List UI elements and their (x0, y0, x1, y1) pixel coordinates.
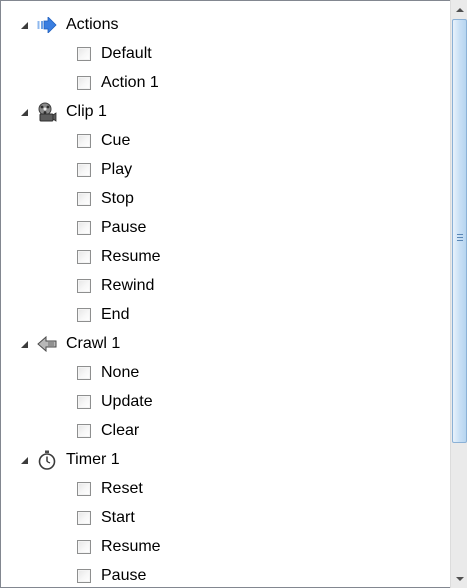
stopwatch-icon (36, 449, 58, 471)
tree-group-label: Crawl 1 (66, 334, 121, 352)
tree-item-label: Pause (101, 566, 147, 584)
tree-item-rewind[interactable]: Rewind (1, 271, 450, 300)
tree-item-label: Clear (101, 421, 140, 439)
arrow-left-icon (36, 333, 58, 355)
scrollbar-thumb[interactable] (452, 19, 467, 443)
arrow-right-icon (36, 14, 58, 36)
tree-item-label: Cue (101, 131, 131, 149)
expand-collapse-icon[interactable] (21, 341, 28, 348)
checkbox[interactable] (77, 423, 91, 438)
tree-group-clip-1[interactable]: Clip 1 (1, 97, 450, 126)
tree-item-cue[interactable]: Cue (1, 126, 450, 155)
tree-item-label: Default (101, 44, 152, 62)
tree-item-label: Rewind (101, 276, 155, 294)
scroll-down-button[interactable] (452, 570, 467, 587)
tree-item-label: Reset (101, 479, 143, 497)
vertical-scrollbar[interactable] (450, 0, 467, 588)
checkbox[interactable] (77, 481, 91, 496)
chevron-down-icon (455, 576, 464, 581)
tree-group-timer-1[interactable]: Timer 1 (1, 445, 450, 474)
grip-icon (457, 234, 463, 243)
expand-collapse-icon[interactable] (21, 22, 28, 29)
checkbox[interactable] (77, 568, 91, 583)
tree-item-update[interactable]: Update (1, 387, 450, 416)
film-reel-icon (36, 101, 58, 123)
checkbox[interactable] (77, 249, 91, 264)
tree-group-actions[interactable]: Actions (1, 10, 450, 39)
tree-item-resume[interactable]: Resume (1, 242, 450, 271)
tree-item-label: End (101, 305, 130, 323)
checkbox[interactable] (77, 278, 91, 293)
scroll-up-button[interactable] (452, 1, 467, 18)
tree-item-label: Start (101, 508, 135, 526)
tree-item-label: Stop (101, 189, 134, 207)
tree-item-end[interactable]: End (1, 300, 450, 329)
expand-collapse-icon[interactable] (21, 109, 28, 116)
checkbox[interactable] (77, 162, 91, 177)
tree-item-play[interactable]: Play (1, 155, 450, 184)
tree-item-resume-timer[interactable]: Resume (1, 532, 450, 561)
tree-item-start[interactable]: Start (1, 503, 450, 532)
checkbox[interactable] (77, 75, 91, 90)
tree-item-label: Update (101, 392, 153, 410)
tree-item-label: None (101, 363, 140, 381)
checkbox[interactable] (77, 365, 91, 380)
tree-item-action-1[interactable]: Action 1 (1, 68, 450, 97)
tree-item-label: Action 1 (101, 73, 159, 91)
checkbox[interactable] (77, 133, 91, 148)
tree-item-none[interactable]: None (1, 358, 450, 387)
tree-group-label: Actions (66, 15, 119, 33)
checkbox[interactable] (77, 539, 91, 554)
chevron-up-icon (455, 7, 464, 12)
tree-item-stop[interactable]: Stop (1, 184, 450, 213)
tree-item-pause[interactable]: Pause (1, 213, 450, 242)
checkbox[interactable] (77, 191, 91, 206)
tree-item-pause-timer[interactable]: Pause (1, 561, 450, 587)
checkbox[interactable] (77, 394, 91, 409)
tree-item-label: Play (101, 160, 133, 178)
tree-group-crawl-1[interactable]: Crawl 1 (1, 329, 450, 358)
checkbox[interactable] (77, 510, 91, 525)
tree-item-clear[interactable]: Clear (1, 416, 450, 445)
checkbox[interactable] (77, 46, 91, 61)
tree-group-label: Timer 1 (66, 450, 120, 468)
tree-item-default[interactable]: Default (1, 39, 450, 68)
action-tree: Actions Default Action 1 Clip 1 Cue Play… (0, 0, 450, 588)
tree-item-label: Pause (101, 218, 147, 236)
tree-item-label: Resume (101, 537, 161, 555)
checkbox[interactable] (77, 307, 91, 322)
expand-collapse-icon[interactable] (21, 457, 28, 464)
tree-item-reset[interactable]: Reset (1, 474, 450, 503)
checkbox[interactable] (77, 220, 91, 235)
tree-item-label: Resume (101, 247, 161, 265)
tree-group-label: Clip 1 (66, 102, 107, 120)
